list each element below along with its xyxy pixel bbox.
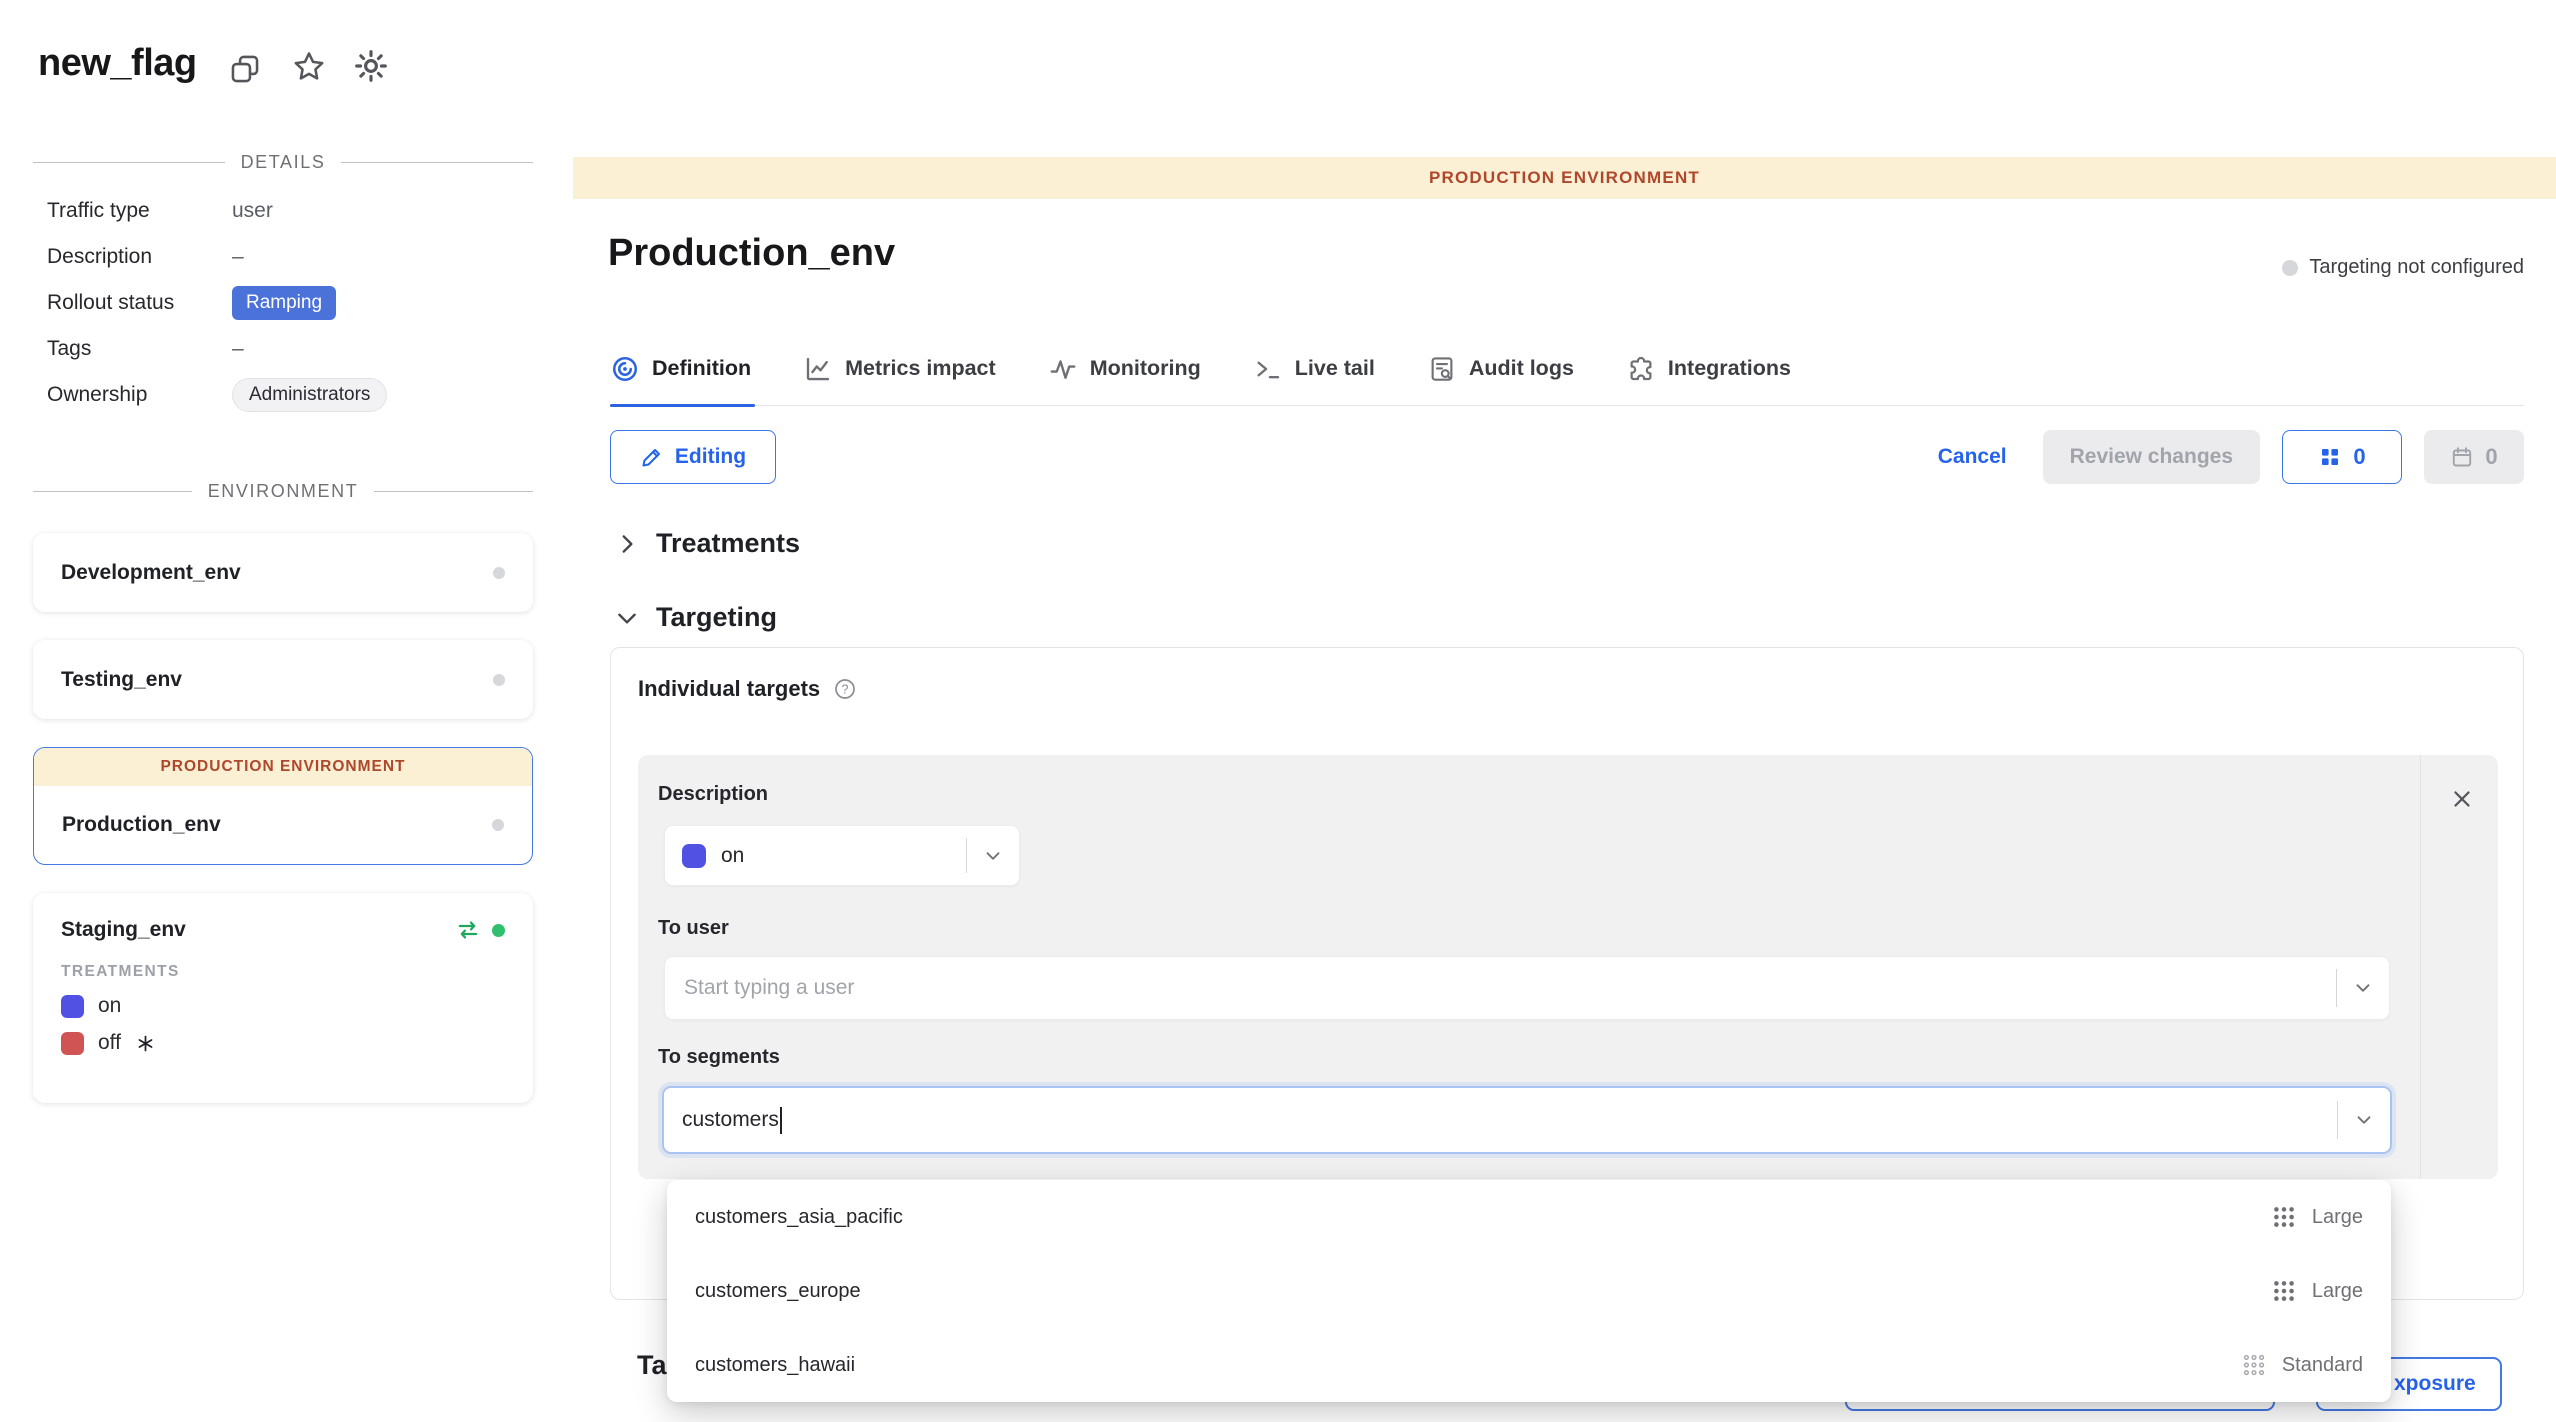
default-treatment-asterisk-icon — [135, 1033, 156, 1054]
cancel-button[interactable]: Cancel — [1938, 445, 2007, 469]
tab-metrics-impact[interactable]: Metrics impact — [803, 332, 996, 405]
svg-text:?: ? — [842, 682, 849, 696]
rule-divider — [2420, 755, 2421, 1179]
to-user-input[interactable] — [665, 976, 2336, 1000]
clipped-section-heading: Ta — [637, 1350, 667, 1381]
close-icon[interactable] — [2442, 779, 2482, 819]
review-changes-button[interactable]: Review changes — [2043, 430, 2260, 484]
detail-row-rollout-status: Rollout status Ramping — [47, 286, 517, 320]
chevron-down-icon[interactable] — [2338, 1109, 2390, 1131]
page-title: Production_env — [608, 232, 895, 275]
grid-icon — [2318, 445, 2342, 469]
pencil-icon — [640, 445, 664, 469]
detail-row-ownership: Ownership Administrators — [47, 378, 517, 412]
treatment-select[interactable]: on — [664, 825, 1020, 886]
tab-integrations[interactable]: Integrations — [1626, 332, 1791, 405]
audit-log-icon — [1427, 354, 1457, 384]
chevron-right-icon — [614, 531, 640, 557]
production-environment-label: PRODUCTION ENVIRONMENT — [34, 748, 532, 786]
env-status-dot — [492, 819, 504, 831]
pulse-icon — [1048, 354, 1078, 384]
segment-option-europe[interactable]: customers_europe Large — [667, 1254, 2391, 1328]
tab-bar: Definition Metrics impact Monitoring — [610, 332, 2524, 406]
detail-row-tags: Tags – — [47, 332, 517, 366]
env-card-development[interactable]: Development_env — [33, 533, 533, 612]
treatments-caption: TREATMENTS — [61, 963, 505, 981]
tab-live-tail[interactable]: Live tail — [1253, 332, 1375, 405]
status-dot — [2282, 260, 2298, 276]
star-icon[interactable] — [291, 49, 327, 85]
terminal-icon — [1253, 354, 1283, 384]
env-status-dot — [493, 567, 505, 579]
env-card-staging[interactable]: Staging_env TREATMENTS on off — [33, 893, 533, 1103]
ownership-pill[interactable]: Administrators — [232, 378, 387, 412]
treatments-section-toggle[interactable]: Treatments — [614, 528, 800, 559]
sync-arrows-icon — [455, 917, 481, 943]
to-user-input-wrap — [664, 956, 2390, 1020]
treatment-off-row: off — [61, 1031, 505, 1055]
flag-title: new_flag — [38, 42, 197, 85]
editing-button[interactable]: Editing — [610, 430, 776, 484]
segment-option-hawaii[interactable]: customers_hawaii Standard — [667, 1328, 2391, 1402]
env-card-testing[interactable]: Testing_env — [33, 640, 533, 719]
detail-row-traffic-type: Traffic type user — [47, 194, 517, 228]
to-segments-label: To segments — [658, 1046, 780, 1069]
treatment-off-swatch — [61, 1032, 84, 1055]
segments-dropdown: customers_asia_pacific Large customers_e… — [667, 1180, 2391, 1402]
calendar-icon — [2450, 445, 2474, 469]
chevron-down-icon — [614, 605, 640, 631]
segment-grid-dots-icon — [2271, 1204, 2297, 1230]
copy-icon[interactable] — [228, 52, 262, 86]
chart-icon — [803, 354, 833, 384]
treatment-on-swatch — [682, 844, 706, 868]
treatment-on-swatch — [61, 995, 84, 1018]
details-rows: Traffic type user Description – Rollout … — [47, 194, 517, 424]
text-cursor — [780, 1107, 782, 1134]
env-status-dot — [493, 674, 505, 686]
puzzle-icon — [1626, 354, 1656, 384]
chevron-down-icon[interactable] — [2337, 977, 2389, 999]
tab-audit-logs[interactable]: Audit logs — [1427, 332, 1574, 405]
env-status-dot-active — [492, 924, 505, 937]
details-heading: DETAILS — [33, 152, 533, 173]
production-environment-banner: PRODUCTION ENVIRONMENT — [573, 157, 2556, 199]
chevron-down-icon — [967, 845, 1019, 867]
definition-icon — [610, 354, 640, 384]
tab-monitoring[interactable]: Monitoring — [1048, 332, 1201, 405]
targeting-status: Targeting not configured — [2282, 256, 2524, 279]
rollout-status-badge: Ramping — [232, 286, 336, 320]
toolbar-right: Cancel Review changes 0 0 — [1938, 430, 2524, 484]
changes-counter-button[interactable]: 0 — [2282, 430, 2402, 484]
targeting-section-toggle[interactable]: Targeting — [614, 602, 777, 633]
individual-targets-heading: Individual targets — [638, 676, 820, 702]
detail-row-description: Description – — [47, 240, 517, 274]
tab-definition[interactable]: Definition — [610, 332, 751, 405]
individual-target-rule-card: Description on To user — [638, 755, 2498, 1179]
description-label: Description — [658, 783, 768, 806]
schedule-counter-button[interactable]: 0 — [2424, 430, 2524, 484]
environment-heading: ENVIRONMENT — [33, 481, 533, 502]
treatment-on-row: on — [61, 994, 505, 1018]
env-card-production[interactable]: PRODUCTION ENVIRONMENT Production_env — [33, 747, 533, 865]
gear-icon[interactable] — [352, 47, 390, 85]
help-icon[interactable]: ? — [833, 677, 857, 701]
segment-grid-dots-icon — [2271, 1278, 2297, 1304]
to-user-label: To user — [658, 917, 729, 940]
page: new_flag DETAILS Traffic type user Descr… — [0, 0, 2556, 1422]
to-segments-input[interactable]: customers — [662, 1086, 2392, 1154]
segment-grid-dots-hollow-icon — [2241, 1352, 2267, 1378]
segment-option-asia-pacific[interactable]: customers_asia_pacific Large — [667, 1180, 2391, 1254]
